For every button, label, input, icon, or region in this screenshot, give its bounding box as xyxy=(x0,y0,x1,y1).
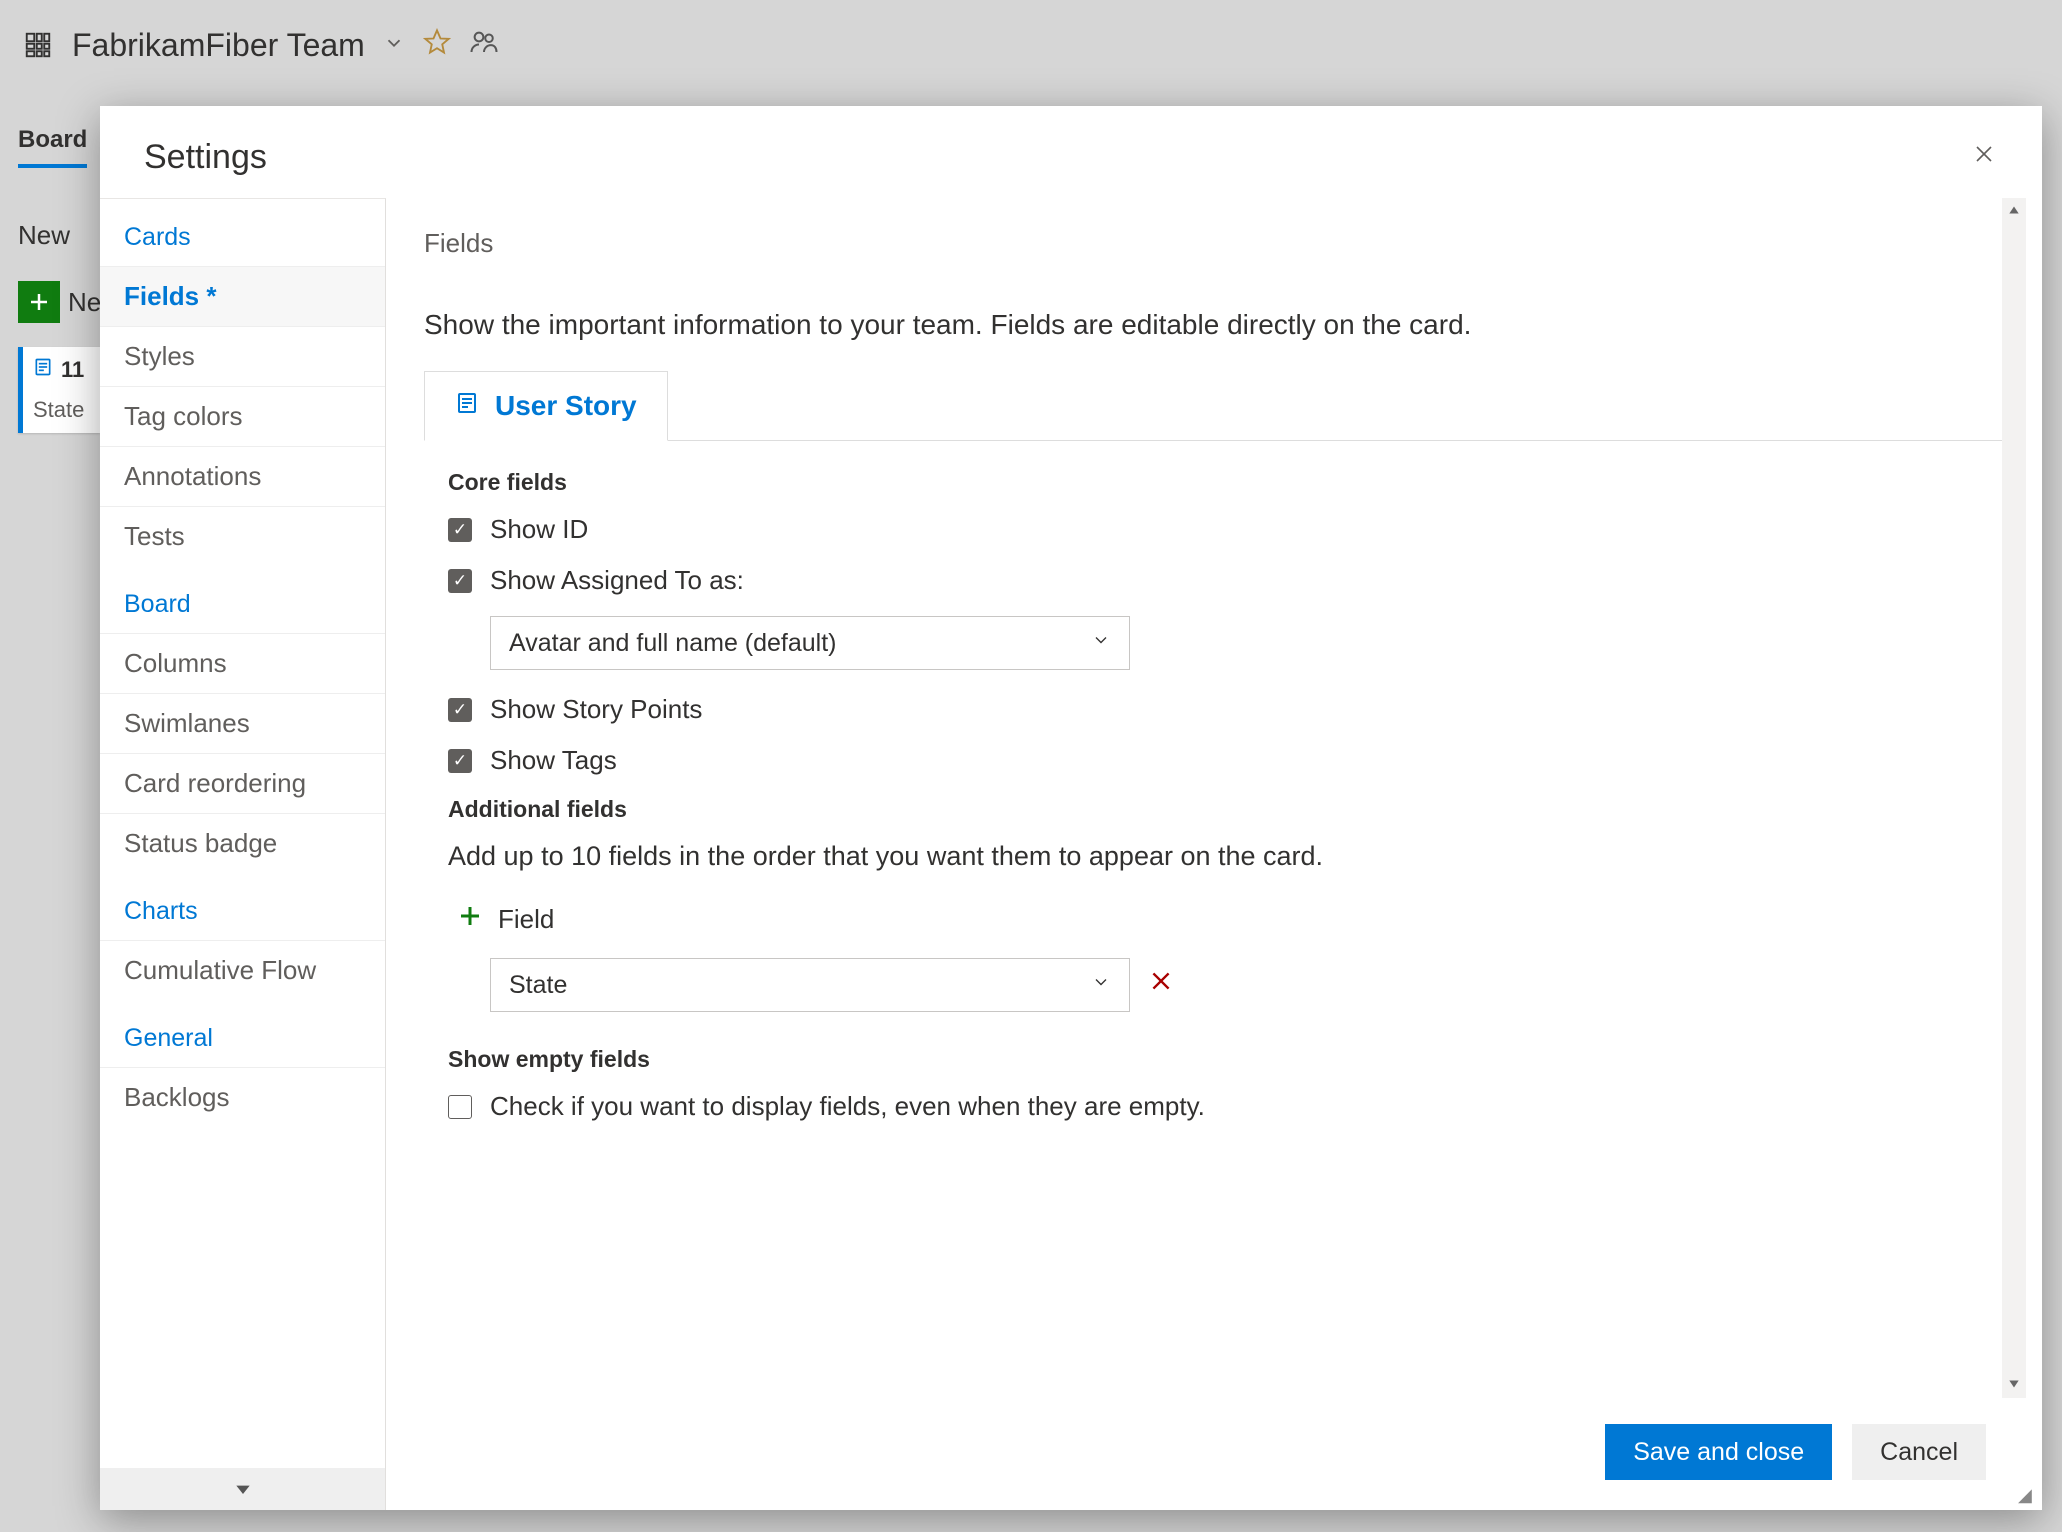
core-fields-header: Core fields xyxy=(448,469,2002,496)
nav-item-tag-colors[interactable]: Tag colors xyxy=(100,386,385,446)
label-show-story-points: Show Story Points xyxy=(490,694,702,725)
plus-icon xyxy=(458,902,482,936)
label-show-assigned: Show Assigned To as: xyxy=(490,565,744,596)
label-show-id: Show ID xyxy=(490,514,588,545)
nav-item-fields[interactable]: Fields * xyxy=(100,266,385,326)
check-show-id[interactable]: ✓ Show ID xyxy=(448,514,2002,545)
outer-scroll-up-icon[interactable] xyxy=(2007,198,2021,224)
save-and-close-button[interactable]: Save and close xyxy=(1605,1424,1832,1480)
tab-board[interactable]: Board xyxy=(18,126,87,168)
checkbox-show-id[interactable]: ✓ xyxy=(448,518,472,542)
nav-scroll-down-icon[interactable] xyxy=(100,1468,385,1510)
nav-item-cumulative-flow[interactable]: Cumulative Flow xyxy=(100,940,385,1000)
check-show-story-points[interactable]: ✓ Show Story Points xyxy=(448,694,2002,725)
check-show-tags[interactable]: ✓ Show Tags xyxy=(448,745,2002,776)
user-story-icon xyxy=(33,357,53,383)
check-empty-fields[interactable]: Check if you want to display fields, eve… xyxy=(448,1091,2002,1122)
nav-item-columns[interactable]: Columns xyxy=(100,633,385,693)
team-chevron-icon[interactable] xyxy=(383,30,405,61)
nav-section-charts[interactable]: Charts xyxy=(100,873,385,940)
nav-section-cards[interactable]: Cards xyxy=(100,199,385,266)
outer-scroll-down-icon[interactable] xyxy=(2007,1372,2021,1398)
check-show-assigned[interactable]: ✓ Show Assigned To as: xyxy=(448,565,2002,596)
fields-panel: Core fields ✓ Show ID ✓ Show Assigned To… xyxy=(424,440,2026,1152)
dialog-header: Settings xyxy=(100,106,2042,198)
tab-user-story[interactable]: User Story xyxy=(424,371,668,441)
additional-field-row: State xyxy=(490,958,2002,1012)
add-item-button[interactable] xyxy=(18,281,60,323)
nav-section-board[interactable]: Board xyxy=(100,566,385,633)
new-item-text[interactable]: Ne xyxy=(68,287,101,318)
team-grid-icon xyxy=(22,29,54,61)
nav-item-status-badge[interactable]: Status badge xyxy=(100,813,385,873)
settings-dialog: Settings Cards Fields * Styles Tag color… xyxy=(100,106,2042,1510)
settings-nav: Cards Fields * Styles Tag colors Annotat… xyxy=(100,198,386,1510)
checkbox-show-assigned[interactable]: ✓ xyxy=(448,569,472,593)
label-empty-fields: Check if you want to display fields, eve… xyxy=(490,1091,1205,1122)
card-state-label: State xyxy=(33,397,90,423)
label-show-tags: Show Tags xyxy=(490,745,617,776)
outer-scrollbar[interactable] xyxy=(2002,198,2026,1398)
nav-item-swimlanes[interactable]: Swimlanes xyxy=(100,693,385,753)
add-field-label: Field xyxy=(498,904,554,935)
work-item-card[interactable]: 11 State xyxy=(18,347,100,433)
close-button[interactable] xyxy=(1962,134,2006,180)
additional-fields-header: Additional fields xyxy=(448,796,2002,823)
dialog-footer: Save and close Cancel xyxy=(424,1398,2026,1510)
add-field-button[interactable]: Field xyxy=(458,902,554,936)
chevron-down-icon xyxy=(1091,972,1111,998)
field-select[interactable]: State xyxy=(490,958,1130,1012)
empty-fields-header: Show empty fields xyxy=(448,1046,2002,1073)
assigned-select-wrap: Avatar and full name (default) xyxy=(490,616,2002,670)
favorite-star-icon[interactable] xyxy=(423,28,451,63)
assigned-to-value: Avatar and full name (default) xyxy=(509,629,837,658)
team-name[interactable]: FabrikamFiber Team xyxy=(72,27,365,64)
hub-tabs: Board xyxy=(18,108,87,168)
tab-user-story-label: User Story xyxy=(495,390,637,422)
checkbox-empty-fields[interactable] xyxy=(448,1095,472,1119)
additional-fields-description: Add up to 10 fields in the order that yo… xyxy=(448,841,2002,872)
nav-item-backlogs[interactable]: Backlogs xyxy=(100,1067,385,1127)
dialog-title: Settings xyxy=(144,138,267,177)
field-select-value: State xyxy=(509,971,567,1000)
checkbox-show-tags[interactable]: ✓ xyxy=(448,749,472,773)
nav-item-styles[interactable]: Styles xyxy=(100,326,385,386)
pane-description: Show the important information to your t… xyxy=(424,307,2026,343)
remove-field-icon[interactable] xyxy=(1148,968,1174,1002)
cancel-button[interactable]: Cancel xyxy=(1852,1424,1986,1480)
top-bar: FabrikamFiber Team xyxy=(0,0,2062,90)
nav-item-annotations[interactable]: Annotations xyxy=(100,446,385,506)
dialog-body: Cards Fields * Styles Tag colors Annotat… xyxy=(100,198,2042,1510)
user-story-tab-icon xyxy=(455,390,479,422)
pane-title: Fields xyxy=(424,198,2026,259)
team-members-icon[interactable] xyxy=(469,27,499,63)
nav-section-general[interactable]: General xyxy=(100,1000,385,1067)
nav-item-card-reordering[interactable]: Card reordering xyxy=(100,753,385,813)
nav-item-tests[interactable]: Tests xyxy=(100,506,385,566)
assigned-to-select[interactable]: Avatar and full name (default) xyxy=(490,616,1130,670)
work-item-id: 11 xyxy=(61,357,84,383)
main-pane: Fields Show the important information to… xyxy=(386,198,2042,1510)
checkbox-show-story-points[interactable]: ✓ xyxy=(448,698,472,722)
chevron-down-icon xyxy=(1091,630,1111,656)
